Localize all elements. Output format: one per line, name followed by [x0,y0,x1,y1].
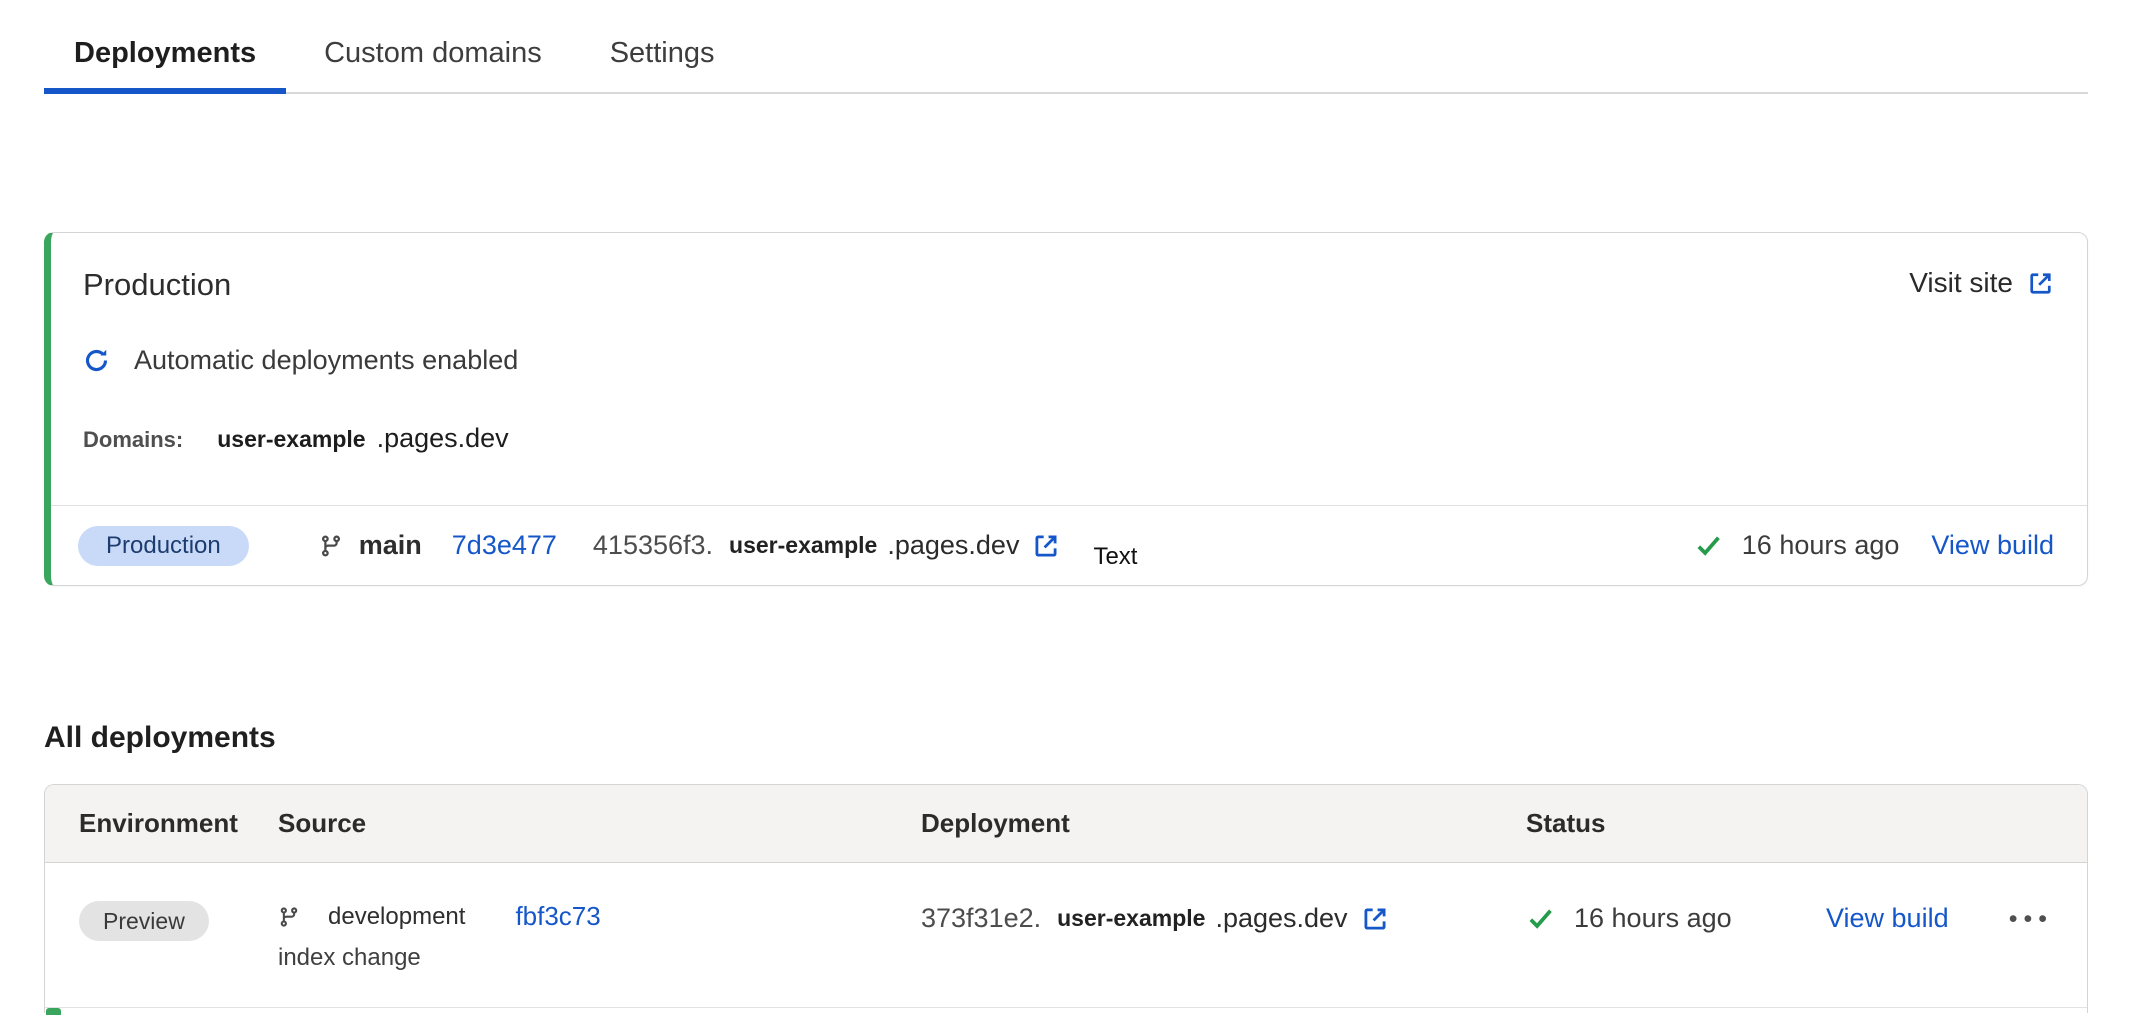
column-header-source: Source [278,808,921,839]
git-branch-icon [319,534,343,558]
external-link-icon[interactable] [1361,905,1389,933]
deployment-url-suffix: .pages.dev [1215,903,1347,934]
source-cell: development fbf3c73 index change [278,901,921,972]
table-row: Preview development fbf3c73 index change… [45,863,2087,1008]
tab-deployments[interactable]: Deployments [44,26,286,92]
deploy-time: 16 hours ago [1742,530,1900,561]
success-check-icon [1526,904,1555,933]
domains-label: Domains: [83,427,183,453]
production-deployment-row: Production main 7d3e477 415356f3. user-e… [51,505,2087,585]
view-build-link[interactable]: View build [1931,530,2054,561]
visit-site-link[interactable]: Visit site [1909,267,2054,299]
all-deployments-heading: All deployments [44,720,2088,756]
refresh-icon [83,347,110,374]
column-header-environment: Environment [79,808,278,839]
tab-settings[interactable]: Settings [580,26,745,92]
auto-deploy-label: Automatic deployments enabled [134,345,518,376]
deployment-hash: 373f31e2. [921,903,1041,934]
deployments-table: Environment Source Deployment Status Pre… [44,784,2088,1013]
production-card: Production Visit site Automa [44,232,2088,586]
deployment-cell: 373f31e2. user-example .pages.dev [921,901,1526,934]
auto-deploy-status: Automatic deployments enabled [78,345,2054,375]
tab-bar: Deployments Custom domains Settings [44,0,2088,94]
domain-suffix: .pages.dev [377,423,509,454]
commit-message: index change [278,944,921,972]
external-link-icon [2027,270,2054,297]
deployment-hash: 415356f3. [593,530,713,561]
deployment-url-suffix: .pages.dev [887,530,1019,561]
success-check-icon [1694,531,1723,560]
column-header-status: Status [1526,808,2087,839]
commit-link[interactable]: fbf3c73 [515,901,600,932]
domain-name: user-example [217,426,365,453]
branch-name: development [328,903,465,931]
more-actions-button[interactable]: ••• [2009,909,2053,929]
view-build-link[interactable]: View build [1826,903,1949,934]
deployment-url-name: user-example [729,532,877,559]
production-badge: Production [78,526,249,566]
git-branch-icon [278,906,300,928]
column-header-deployment: Deployment [921,808,1526,839]
source-line: development fbf3c73 [278,901,921,932]
production-status-group: 16 hours ago View build [1694,530,2054,561]
text-annotation: Text [1093,543,1137,571]
page-content: Deployments Custom domains Settings Prod… [44,0,2088,1013]
production-card-header: Production Visit site [78,267,2054,303]
visit-site-label: Visit site [1909,267,2013,299]
environment-cell: Preview [79,901,278,941]
status-cell: 16 hours ago View build ••• [1526,901,2087,934]
table-header-row: Environment Source Deployment Status [45,785,2087,863]
production-title: Production [78,267,231,303]
preview-badge: Preview [79,901,209,941]
deploy-time: 16 hours ago [1574,903,1824,934]
tab-custom-domains[interactable]: Custom domains [294,26,572,92]
commit-link[interactable]: 7d3e477 [452,530,557,561]
deployment-url-name: user-example [1057,905,1205,932]
external-link-icon[interactable] [1032,532,1060,560]
domains-row: Domains: user-example .pages.dev [78,423,2054,455]
branch-name: main [359,530,422,561]
